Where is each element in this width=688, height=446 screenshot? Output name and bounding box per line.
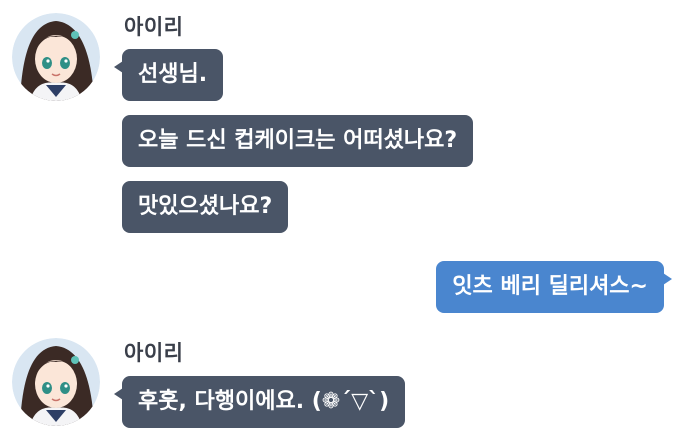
avatar-portrait-icon <box>12 338 100 426</box>
avatar-portrait-icon <box>12 13 100 101</box>
incoming-message-bubble[interactable]: 선생님. <box>113 49 224 101</box>
outgoing-message-bubble[interactable]: 잇츠 베리 딜리셔스~ <box>436 261 672 313</box>
sender-name: 아이리 <box>124 341 184 365</box>
sender-avatar[interactable] <box>12 338 100 426</box>
incoming-message-bubble[interactable]: 맛있으셨나요? <box>122 181 289 233</box>
incoming-message-bubble[interactable]: 오늘 드신 컵케이크는 어떠셨나요? <box>122 115 474 167</box>
sender-avatar[interactable] <box>12 13 100 101</box>
incoming-message-bubble[interactable]: 후훗, 다행이에요. (❁´▽`) <box>113 376 406 428</box>
sender-name: 아이리 <box>124 15 184 39</box>
